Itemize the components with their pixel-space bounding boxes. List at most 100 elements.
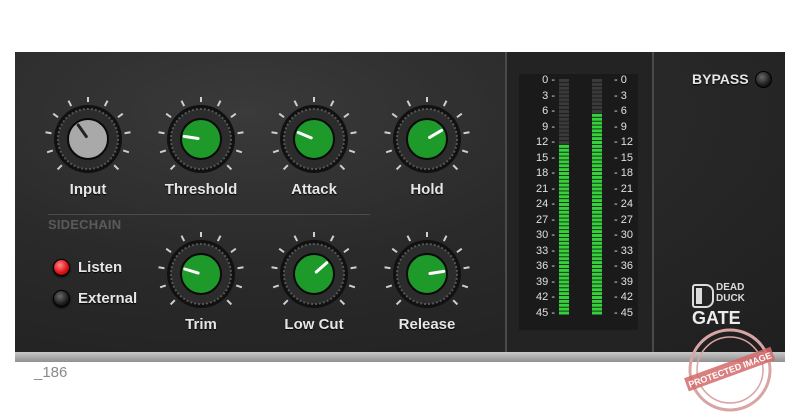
knob-tick [293,235,299,242]
bypass-panel: BYPASS DEAD DUCK GATE [652,52,785,352]
meter-segment [559,249,569,253]
knob-tick [180,235,186,242]
knob-tick [46,149,54,154]
meter-segment [592,311,602,315]
meter-segment [592,288,602,292]
meter-segment [559,296,569,299]
meter-segment [592,299,602,303]
meter-segment [559,187,569,191]
knob-tick [350,266,357,270]
knob-tick [384,266,391,270]
meter-segment [559,94,569,98]
knob-graphic [158,97,244,173]
listen-label: Listen [78,259,123,276]
threshold-knob[interactable]: Threshold [156,97,246,207]
knob-tick [103,100,109,107]
knob-tick [384,131,391,135]
knob-tick [45,131,52,135]
meter-segment [559,280,569,284]
external-label: External [78,290,138,307]
meter-segment [559,133,569,137]
knob-tick [350,131,357,135]
knob-graphic [271,232,357,308]
external-toggle[interactable]: External [53,290,137,307]
knob-tick [237,266,244,270]
knob-tick [452,299,459,306]
knob-tick [395,299,402,306]
knob-tick [230,247,237,254]
meter-scale-label: - 15 [614,151,633,164]
meter-segment [592,199,602,203]
knob-cap [67,118,109,160]
meter-segment [592,280,602,284]
meter-scale-label: - 39 [614,275,633,288]
knob-tick [226,164,233,171]
meter-scale-label: 9 - [542,120,555,133]
meter-segment [559,179,569,183]
knob-tick [385,284,393,289]
knob-tick [442,235,448,242]
input-knob-label: Input [69,181,107,198]
knob-tick [293,100,299,107]
meter-segment [559,183,569,187]
meter-segment [559,288,569,292]
knob-tick [278,247,285,254]
release-knob-label: Release [398,316,456,333]
bypass-button[interactable] [755,71,772,88]
meter-segment [592,307,602,311]
meter-segment [559,265,569,268]
meter-segment [592,102,602,106]
sidechain-divider [48,214,370,215]
knob-tick [180,100,186,107]
meter-segment [592,133,602,137]
knob-tick [159,284,167,289]
knob-cap [406,253,448,295]
knob-tick [463,266,470,270]
meter-segment [592,137,602,141]
meter-segment [559,90,569,94]
meter-segment [592,141,602,144]
attack-knob[interactable]: Attack [269,97,359,207]
meter-scale-label: - 42 [614,291,633,303]
meter-scale-label: - 45 [614,306,633,319]
listen-toggle[interactable]: Listen [53,259,122,276]
knob-tick [339,164,346,171]
low-cut-knob[interactable]: Low Cut [269,232,359,342]
meter-segment [592,82,602,86]
meter-segment [559,86,569,90]
knob-tick [282,164,289,171]
knob-tick [339,299,346,306]
meter-segment [592,241,602,245]
meter-segment [592,175,602,179]
meter-segment [559,199,569,203]
meter-segment [559,257,569,261]
hold-knob[interactable]: Hold [382,97,472,207]
input-knob[interactable]: Input [43,97,133,207]
meter-segment [592,98,602,102]
meter-segment [592,214,602,218]
meter-segment [559,222,569,226]
meter-segment [559,195,569,199]
meter-segment [592,117,602,121]
hold-knob-label: Hold [410,181,444,198]
meter-segment [559,234,569,237]
knob-tick [230,112,237,119]
meter-segment [592,284,602,288]
meter-segment [559,206,569,210]
trim-knob-label: Trim [185,316,217,333]
meter-segment [592,164,602,168]
knob-cap [293,118,335,160]
meter-segment [559,253,569,257]
meter-segment [559,160,569,164]
external-led[interactable] [53,290,70,307]
knob-tick [113,164,120,171]
trim-knob[interactable]: Trim [156,232,246,342]
meter-segment [592,276,602,280]
release-knob[interactable]: Release [382,232,472,342]
listen-led[interactable] [53,259,70,276]
meter-segment [592,303,602,307]
meter-segment [559,125,569,129]
knob-tick [329,235,335,242]
knob-tick [122,149,130,154]
meter-segment [559,284,569,288]
